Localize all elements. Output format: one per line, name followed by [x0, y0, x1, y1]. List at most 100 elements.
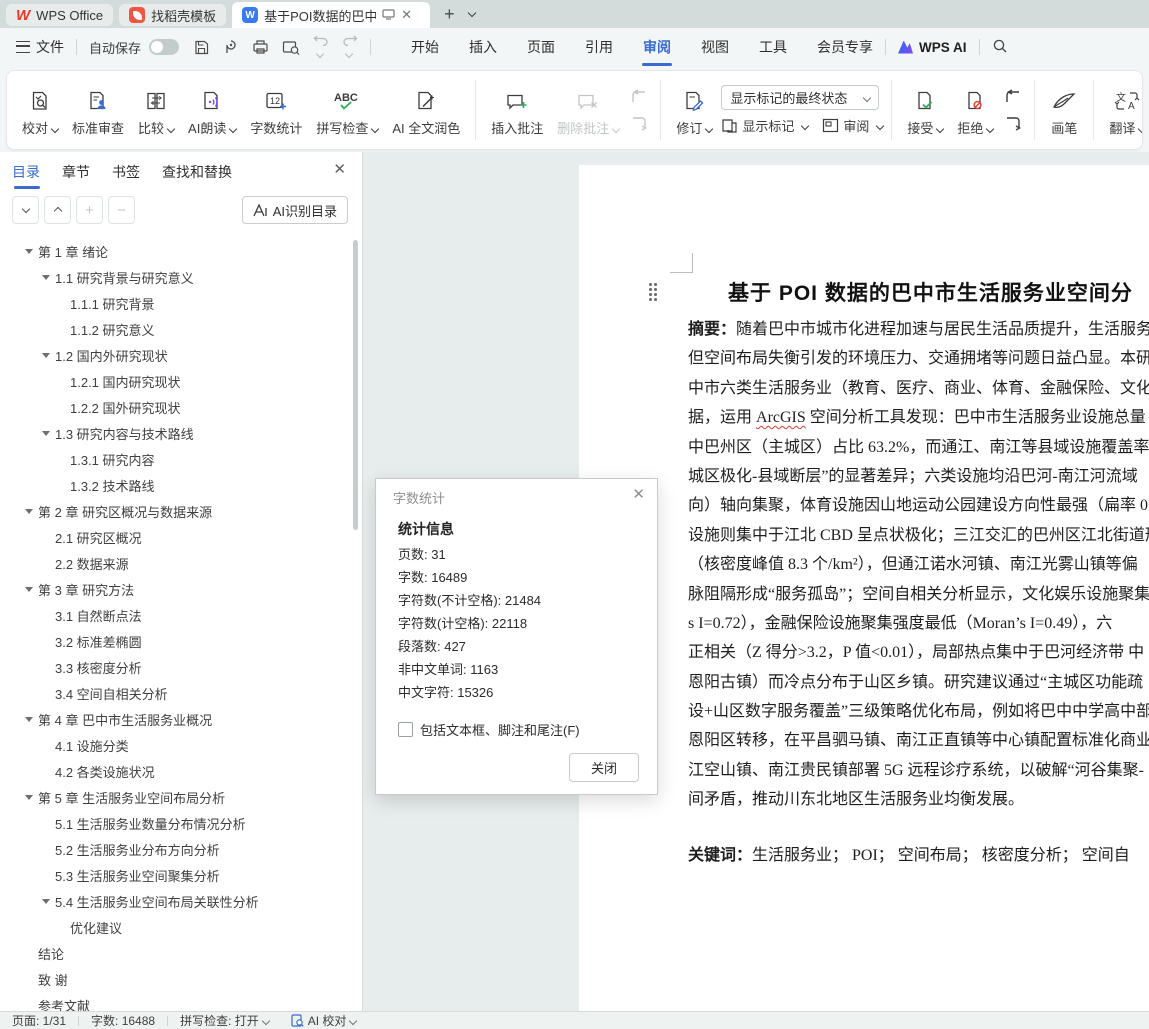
ai-read-aloud-button[interactable]: AI朗读 [181, 81, 243, 139]
toc-item[interactable]: 第 3 章 研究方法 [0, 576, 350, 602]
compare-button[interactable]: 比较 [131, 81, 181, 139]
toc-item[interactable]: 优化建议 [0, 914, 350, 940]
menu-review[interactable]: 审阅 [643, 37, 671, 57]
proofread-button[interactable]: 校对 [15, 81, 65, 139]
menu-insert[interactable]: 插入 [469, 37, 497, 57]
sidebar-tab-contents[interactable]: 目录 [12, 162, 40, 182]
toc-collapse-button[interactable] [44, 196, 71, 224]
toc-item[interactable]: 3.3 核密度分析 [0, 654, 350, 680]
toc-item[interactable]: 5.4 生活服务业空间布局关联性分析 [0, 888, 350, 914]
toc-item[interactable]: 1.2 国内外研究现状 [0, 342, 350, 368]
toc-item[interactable]: 致 谢 [0, 966, 350, 992]
collapse-arrow-icon[interactable] [25, 717, 33, 722]
toc-zoom-out-button[interactable]: − [108, 196, 135, 224]
dialog-close-icon[interactable]: ✕ [632, 485, 645, 503]
toc-item[interactable]: 5.1 生活服务业数量分布情况分析 [0, 810, 350, 836]
include-textbox-checkbox[interactable] [398, 722, 413, 737]
toc-item[interactable]: 第 1 章 绪论 [0, 238, 350, 264]
standard-review-button[interactable]: 标准审查 [65, 81, 131, 139]
collapse-arrow-icon[interactable] [25, 795, 33, 800]
toc-item[interactable]: 1.1.1 研究背景 [0, 290, 350, 316]
collapse-arrow-icon[interactable] [42, 275, 50, 280]
dialog-close-button[interactable]: 关闭 [569, 753, 639, 782]
toc-item[interactable]: 第 5 章 生活服务业空间布局分析 [0, 784, 350, 810]
spell-check-button[interactable]: ABC 拼写检查 [309, 81, 385, 139]
toc-item[interactable]: 3.4 空间自相关分析 [0, 680, 350, 706]
word-count-indicator[interactable]: 字数: 16488 [91, 1012, 155, 1029]
tab-list-chevron-icon[interactable] [465, 5, 475, 23]
review-pane-button[interactable]: 审阅 [822, 116, 883, 135]
autosave-toggle[interactable] [149, 39, 179, 55]
document-page[interactable]: 基于 POI 数据的巴中市生活服务业空间分 摘要：随着巴中市城市化进程加速与居民… [579, 165, 1149, 1012]
collapse-arrow-icon[interactable] [25, 249, 33, 254]
translate-button[interactable]: 文A 翻译 [1102, 81, 1143, 139]
markup-state-select[interactable]: 显示标记的最终状态 [721, 85, 879, 110]
toc-item[interactable]: 2.1 研究区概况 [0, 524, 350, 550]
toc-item[interactable]: 4.1 设施分类 [0, 732, 350, 758]
word-count-button[interactable]: 12 字数统计 [243, 81, 309, 139]
toc-item[interactable]: 1.2.1 国内研究现状 [0, 368, 350, 394]
toc-item[interactable]: 1.2.2 国外研究现状 [0, 394, 350, 420]
print-preview-icon[interactable] [282, 39, 300, 55]
toc-item[interactable]: 第 4 章 巴中市生活服务业概况 [0, 706, 350, 732]
next-comment-icon[interactable] [628, 113, 650, 133]
toc-item[interactable]: 1.3.1 研究内容 [0, 446, 350, 472]
sidebar-close-icon[interactable]: ✕ [333, 160, 346, 178]
toc-item[interactable]: 1.3.2 技术路线 [0, 472, 350, 498]
tab-docer-templates[interactable]: 找稻壳模板 [119, 4, 226, 26]
toc-item[interactable]: 1.3 研究内容与技术路线 [0, 420, 350, 446]
file-menu-button[interactable]: 文件 [16, 37, 64, 57]
toc-item[interactable]: 第 2 章 研究区概况与数据来源 [0, 498, 350, 524]
toc-item[interactable]: 1.1 研究背景与研究意义 [0, 264, 350, 290]
new-tab-icon[interactable]: + [444, 4, 455, 25]
insert-comment-button[interactable]: 插入批注 [484, 81, 550, 139]
sidebar-tab-chapters[interactable]: 章节 [62, 162, 90, 182]
search-icon[interactable] [992, 38, 1008, 57]
menu-tools[interactable]: 工具 [759, 37, 787, 57]
ai-proofread-status[interactable]: AI 校对 [291, 1012, 357, 1029]
next-revision-icon[interactable] [1002, 113, 1024, 133]
menu-home[interactable]: 开始 [411, 37, 439, 57]
toc-item[interactable]: 4.2 各类设施状况 [0, 758, 350, 784]
wps-ai-button[interactable]: WPS AI [898, 40, 967, 55]
tab-wps-office[interactable]: W WPS Office [6, 4, 113, 26]
collapse-arrow-icon[interactable] [25, 587, 33, 592]
collapse-arrow-icon[interactable] [25, 509, 33, 514]
toc-item[interactable]: 3.1 自然断点法 [0, 602, 350, 628]
sidebar-scrollbar[interactable] [353, 240, 358, 530]
sidebar-tab-bookmarks[interactable]: 书签 [112, 162, 140, 182]
save-icon[interactable] [193, 39, 210, 56]
spellcheck-status[interactable]: 拼写检查: 打开 [180, 1012, 269, 1029]
show-markup-button[interactable]: 显示标记 [721, 116, 808, 135]
ink-pen-button[interactable]: 画笔 [1043, 81, 1085, 139]
redo-icon[interactable] [342, 32, 358, 62]
toc-item[interactable]: 结论 [0, 940, 350, 966]
toc-zoom-in-button[interactable]: + [76, 196, 103, 224]
previous-comment-icon[interactable] [628, 87, 650, 107]
previous-revision-icon[interactable] [1002, 87, 1024, 107]
toc-item[interactable]: 5.3 生活服务业空间聚集分析 [0, 862, 350, 888]
toc-item[interactable]: 3.2 标准差椭圆 [0, 628, 350, 654]
menu-membership[interactable]: 会员专享 [817, 37, 873, 57]
ai-recognize-toc-button[interactable]: AI识别目录 [242, 196, 348, 224]
toc-expand-button[interactable] [12, 196, 39, 224]
export-pdf-icon[interactable] [223, 39, 239, 56]
undo-icon[interactable] [313, 32, 329, 62]
accept-revision-button[interactable]: 接受 [900, 81, 950, 139]
collapse-arrow-icon[interactable] [42, 353, 50, 358]
track-changes-button[interactable]: 修订 [669, 81, 719, 139]
menu-page[interactable]: 页面 [527, 37, 555, 57]
toc-item[interactable]: 2.2 数据来源 [0, 550, 350, 576]
paragraph-drag-handle-icon[interactable] [649, 283, 657, 301]
print-icon[interactable] [252, 39, 269, 55]
delete-comment-button[interactable]: 删除批注 [550, 81, 626, 139]
toc-item[interactable]: 5.2 生活服务业分布方向分析 [0, 836, 350, 862]
close-tab-icon[interactable]: ✕ [401, 7, 412, 23]
page-indicator[interactable]: 页面: 1/31 [12, 1012, 66, 1029]
collapse-arrow-icon[interactable] [42, 431, 50, 436]
toc-item[interactable]: 1.1.2 研究意义 [0, 316, 350, 342]
tab-current-document[interactable]: W 基于POI数据的巴中市生活服 ✕ [232, 2, 430, 28]
sidebar-tab-find-replace[interactable]: 查找和替换 [162, 162, 232, 182]
reject-revision-button[interactable]: 拒绝 [950, 81, 1000, 139]
menu-view[interactable]: 视图 [701, 37, 729, 57]
